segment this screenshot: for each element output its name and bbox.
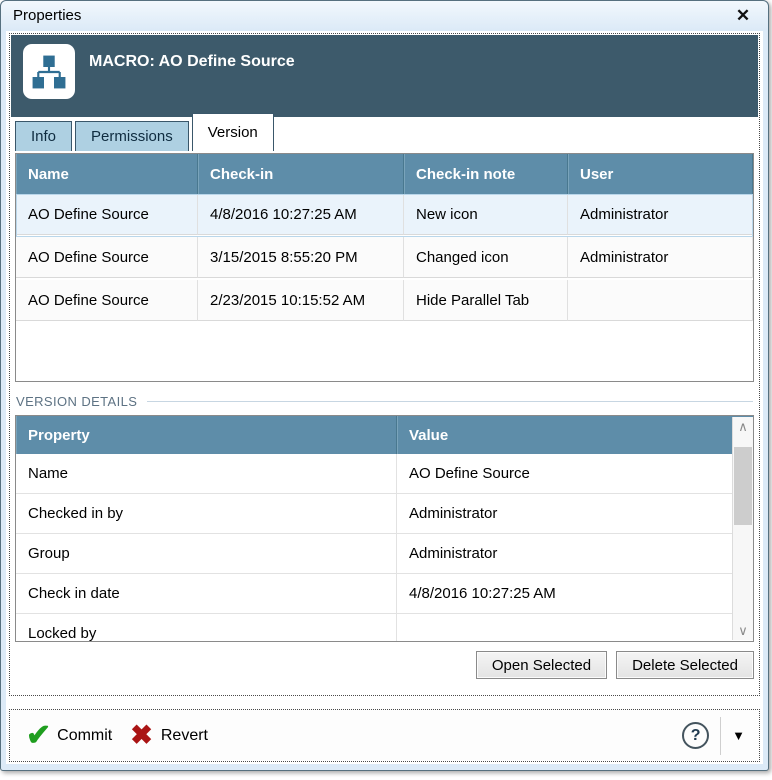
macro-title: MACRO: AO Define Source [89, 53, 295, 71]
scroll-up-icon[interactable]: ∧ [733, 417, 753, 436]
help-icon[interactable]: ? [682, 722, 709, 749]
versions-table: NameCheck-inCheck-in noteUser AO Define … [15, 153, 754, 382]
details-table: PropertyValue NameAO Define SourceChecke… [15, 415, 754, 642]
macro-flowchart-icon [23, 44, 75, 99]
properties-window: Properties ✕ MACRO: AO Define Source Inf… [0, 0, 769, 771]
table-cell: Administrator [568, 237, 753, 278]
scroll-down-icon[interactable]: ∨ [733, 621, 753, 640]
table-row[interactable]: GroupAdministrator [16, 534, 753, 574]
table-cell [397, 614, 753, 642]
table-cell: 4/8/2016 10:27:25 AM [397, 574, 753, 614]
table-cell: Administrator [568, 194, 753, 235]
tab-strip: InfoPermissionsVersion [15, 118, 759, 151]
table-row[interactable]: AO Define Source2/23/2015 10:15:52 AMHid… [16, 280, 753, 323]
column-header[interactable]: User [568, 154, 753, 194]
main-panel: MACRO: AO Define Source InfoPermissionsV… [9, 33, 760, 696]
version-details-label: VERSION DETAILS [16, 394, 137, 409]
tab-version[interactable]: Version [192, 113, 274, 151]
table-row[interactable]: AO Define Source4/8/2016 10:27:25 AMNew … [16, 194, 753, 237]
table-cell: 2/23/2015 10:15:52 AM [198, 280, 404, 321]
table-cell: AO Define Source [16, 237, 198, 278]
macro-header: MACRO: AO Define Source [11, 35, 758, 117]
tab-permissions[interactable]: Permissions [75, 121, 189, 151]
table-cell: 3/15/2015 8:55:20 PM [198, 237, 404, 278]
column-header[interactable]: Check-in note [404, 154, 568, 194]
table-cell: AO Define Source [16, 194, 198, 235]
open-selected-button[interactable]: Open Selected [476, 651, 607, 679]
section-divider [147, 401, 753, 402]
table-cell: Name [16, 454, 397, 494]
table-cell: Check in date [16, 574, 397, 614]
action-buttons-row: Open Selected Delete Selected [10, 651, 754, 679]
window-title: Properties [13, 7, 81, 24]
table-cell: Changed icon [404, 237, 568, 278]
delete-selected-button[interactable]: Delete Selected [616, 651, 754, 679]
table-cell [568, 280, 753, 321]
details-scrollbar[interactable]: ∧ ∨ [732, 417, 753, 640]
table-cell: Checked in by [16, 494, 397, 534]
table-row[interactable]: NameAO Define Source [16, 454, 753, 494]
table-cell: AO Define Source [16, 280, 198, 321]
table-row[interactable]: AO Define Source3/15/2015 8:55:20 PMChan… [16, 237, 753, 280]
chevron-down-icon[interactable]: ▼ [732, 728, 745, 743]
version-details-section: VERSION DETAILS [16, 394, 753, 409]
commit-check-icon[interactable]: ✔ [26, 721, 51, 751]
titlebar[interactable]: Properties ✕ [1, 1, 768, 30]
table-row[interactable]: Locked by [16, 614, 753, 642]
details-table-header: PropertyValue [16, 416, 753, 454]
column-header[interactable]: Check-in [198, 154, 404, 194]
table-cell: AO Define Source [397, 454, 753, 494]
tab-info[interactable]: Info [15, 121, 72, 151]
versions-table-header: NameCheck-inCheck-in noteUser [16, 154, 753, 194]
close-icon[interactable]: ✕ [730, 3, 756, 29]
column-header[interactable]: Name [16, 154, 198, 194]
table-cell: Administrator [397, 534, 753, 574]
window-content: MACRO: AO Define Source InfoPermissionsV… [6, 31, 763, 764]
revert-button[interactable]: Revert [161, 727, 208, 745]
table-cell: Administrator [397, 494, 753, 534]
column-header[interactable]: Value [397, 416, 753, 454]
table-cell: 4/8/2016 10:27:25 AM [198, 194, 404, 235]
table-cell: New icon [404, 194, 568, 235]
commit-bar: ✔ Commit ✖ Revert ? ▼ [9, 709, 760, 762]
table-cell: Locked by [16, 614, 397, 642]
commit-button[interactable]: Commit [57, 727, 112, 745]
revert-x-icon[interactable]: ✖ [130, 722, 153, 749]
scrollbar-thumb[interactable] [734, 447, 752, 525]
column-header[interactable]: Property [16, 416, 397, 454]
footer-divider [720, 717, 721, 755]
table-row[interactable]: Check in date4/8/2016 10:27:25 AM [16, 574, 753, 614]
table-cell: Hide Parallel Tab [404, 280, 568, 321]
table-cell: Group [16, 534, 397, 574]
table-row[interactable]: Checked in byAdministrator [16, 494, 753, 534]
